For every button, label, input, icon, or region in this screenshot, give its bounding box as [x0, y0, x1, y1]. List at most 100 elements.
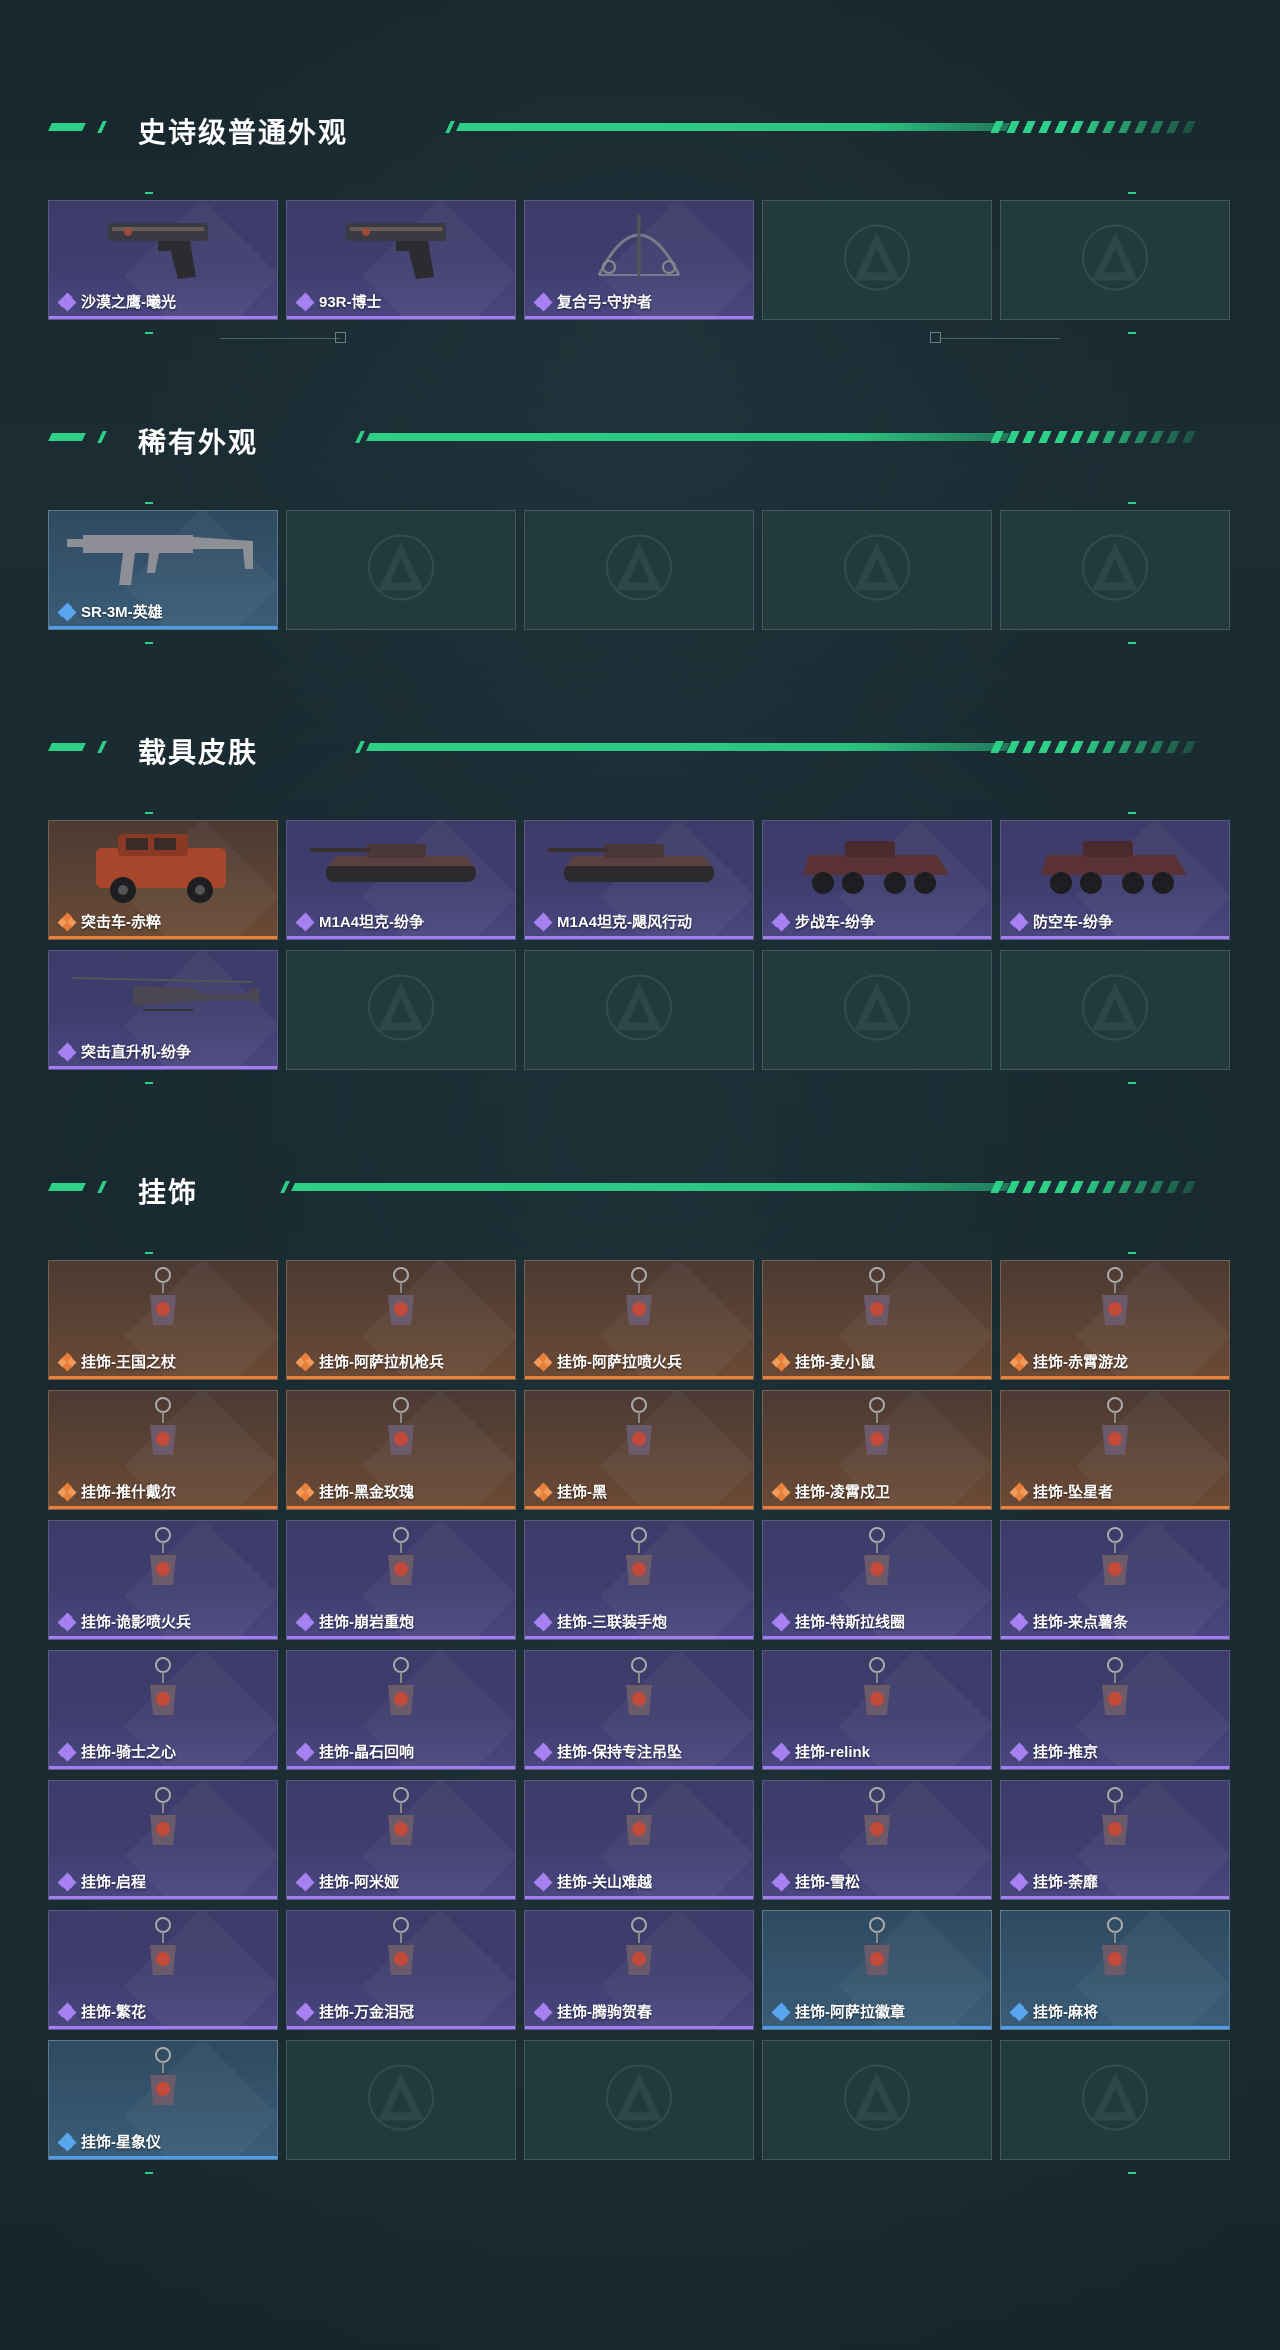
item-card[interactable]: 挂饰-推什戴尔 — [48, 1390, 278, 1510]
item-card[interactable]: 挂饰-来点薯条 — [1000, 1520, 1230, 1640]
charm-icon — [1001, 1521, 1229, 1609]
rarity-bar — [49, 1896, 277, 1899]
charm-icon — [763, 1261, 991, 1349]
header-bar-decoration — [366, 743, 1010, 751]
section-header: 稀有外观 — [48, 423, 1201, 458]
rarity-diamond-icon — [57, 2132, 77, 2152]
divider-square — [930, 332, 941, 343]
item-name: SR-3M-英雄 — [81, 604, 163, 621]
rarity-diamond-icon — [57, 2002, 77, 2022]
game-logo-icon — [1080, 533, 1150, 608]
item-card[interactable]: 挂饰-万金泪冠 — [286, 1910, 516, 2030]
item-card[interactable]: 复合弓-守护者 — [524, 200, 754, 320]
item-card[interactable]: 挂饰-保持专注吊坠 — [524, 1650, 754, 1770]
rarity-bar — [49, 1636, 277, 1639]
item-card[interactable]: 挂饰-黑 — [524, 1390, 754, 1510]
item-name: 挂饰-王国之杖 — [81, 1354, 176, 1371]
rarity-bar — [287, 1506, 515, 1509]
divider-line — [940, 338, 1060, 339]
charm-icon — [49, 1261, 277, 1349]
charm-icon — [287, 1521, 515, 1609]
item-name: 挂饰-晶石回响 — [319, 1744, 414, 1761]
item-name: 挂饰-黑金玫瑰 — [319, 1484, 414, 1501]
item-label: 挂饰-黑 — [533, 1481, 607, 1502]
item-label: 挂饰-麻将 — [1009, 2001, 1098, 2022]
item-card[interactable]: M1A4坦克-飓风行动 — [524, 820, 754, 940]
rarity-diamond-icon — [57, 912, 77, 932]
item-card[interactable]: 挂饰-雪松 — [762, 1780, 992, 1900]
item-card[interactable]: 挂饰-荼靡 — [1000, 1780, 1230, 1900]
item-card[interactable]: 挂饰-凌霄戍卫 — [762, 1390, 992, 1510]
header-checker-decoration — [990, 431, 1201, 443]
game-logo-icon — [604, 2063, 674, 2138]
item-card[interactable]: 挂饰-关山难越 — [524, 1780, 754, 1900]
item-name: 93R-博士 — [319, 294, 382, 311]
item-card[interactable]: 挂饰-阿米娅 — [286, 1780, 516, 1900]
rarity-bar — [1001, 1506, 1229, 1509]
item-label: 步战车-纷争 — [771, 911, 875, 932]
item-name: 挂饰-星象仪 — [81, 2134, 161, 2151]
corner-marker — [1128, 642, 1136, 644]
item-card[interactable]: 挂饰-麦小鼠 — [762, 1260, 992, 1380]
item-card[interactable]: 挂饰-阿萨拉机枪兵 — [286, 1260, 516, 1380]
charm-icon — [287, 1391, 515, 1479]
item-label: 突击直升机-纷争 — [57, 1041, 191, 1062]
rarity-diamond-icon — [533, 1742, 553, 1762]
item-card[interactable]: 93R-博士 — [286, 200, 516, 320]
rarity-diamond-icon — [1009, 2002, 1029, 2022]
item-card[interactable]: 挂饰-阿萨拉喷火兵 — [524, 1260, 754, 1380]
item-card[interactable]: 突击车-赤粹 — [48, 820, 278, 940]
charm-icon — [1001, 1391, 1229, 1479]
item-card[interactable]: 挂饰-坠星者 — [1000, 1390, 1230, 1510]
section-header: 载具皮肤 — [48, 733, 1201, 768]
charm-icon — [525, 1651, 753, 1739]
rarity-diamond-icon — [533, 1482, 553, 1502]
item-card[interactable]: 挂饰-诡影喷火兵 — [48, 1520, 278, 1640]
item-card[interactable]: 挂饰-繁花 — [48, 1910, 278, 2030]
empty-slot — [286, 950, 516, 1070]
item-card[interactable]: 挂饰-推京 — [1000, 1650, 1230, 1770]
item-card[interactable]: 挂饰-特斯拉线圈 — [762, 1520, 992, 1640]
rarity-bar — [287, 2026, 515, 2029]
item-card[interactable]: 挂饰-relink — [762, 1650, 992, 1770]
item-card[interactable]: 步战车-纷争 — [762, 820, 992, 940]
item-card[interactable]: 挂饰-腾驹贺春 — [524, 1910, 754, 2030]
item-label: 挂饰-晶石回响 — [295, 1741, 414, 1762]
item-card[interactable]: 沙漠之鹰-曦光 — [48, 200, 278, 320]
divider-square — [335, 332, 346, 343]
item-card[interactable]: 挂饰-晶石回响 — [286, 1650, 516, 1770]
item-name: 挂饰-骑士之心 — [81, 1744, 176, 1761]
item-card[interactable]: 挂饰-麻将 — [1000, 1910, 1230, 2030]
rarity-diamond-icon — [57, 602, 77, 622]
rarity-diamond-icon — [295, 2002, 315, 2022]
charm-icon — [287, 1261, 515, 1349]
rarity-diamond-icon — [295, 292, 315, 312]
rarity-bar — [49, 1506, 277, 1509]
charm-icon — [525, 1781, 753, 1869]
item-card[interactable]: 防空车-纷争 — [1000, 820, 1230, 940]
item-card[interactable]: 挂饰-阿萨拉徽章 — [762, 1910, 992, 2030]
item-card[interactable]: M1A4坦克-纷争 — [286, 820, 516, 940]
item-label: 挂饰-王国之杖 — [57, 1351, 176, 1372]
item-card[interactable]: 挂饰-骑士之心 — [48, 1650, 278, 1770]
corner-marker — [1128, 1082, 1136, 1084]
rarity-bar — [49, 2156, 277, 2159]
item-name: 挂饰-赤霄游龙 — [1033, 1354, 1128, 1371]
item-card[interactable]: 挂饰-黑金玫瑰 — [286, 1390, 516, 1510]
charm-icon — [525, 1261, 753, 1349]
item-card[interactable]: 挂饰-崩岩重炮 — [286, 1520, 516, 1640]
item-card[interactable]: 突击直升机-纷争 — [48, 950, 278, 1070]
empty-slot — [1000, 2040, 1230, 2160]
item-name: 挂饰-繁花 — [81, 2004, 146, 2021]
item-card[interactable]: 挂饰-王国之杖 — [48, 1260, 278, 1380]
item-label: 挂饰-启程 — [57, 1871, 146, 1892]
item-card[interactable]: 挂饰-星象仪 — [48, 2040, 278, 2160]
item-card[interactable]: SR-3M-英雄 — [48, 510, 278, 630]
item-label: 挂饰-万金泪冠 — [295, 2001, 414, 2022]
item-card[interactable]: 挂饰-启程 — [48, 1780, 278, 1900]
game-logo-icon — [842, 533, 912, 608]
rarity-diamond-icon — [1009, 1742, 1029, 1762]
item-card[interactable]: 挂饰-三联装手炮 — [524, 1520, 754, 1640]
item-card[interactable]: 挂饰-赤霄游龙 — [1000, 1260, 1230, 1380]
item-name: 挂饰-诡影喷火兵 — [81, 1614, 191, 1631]
